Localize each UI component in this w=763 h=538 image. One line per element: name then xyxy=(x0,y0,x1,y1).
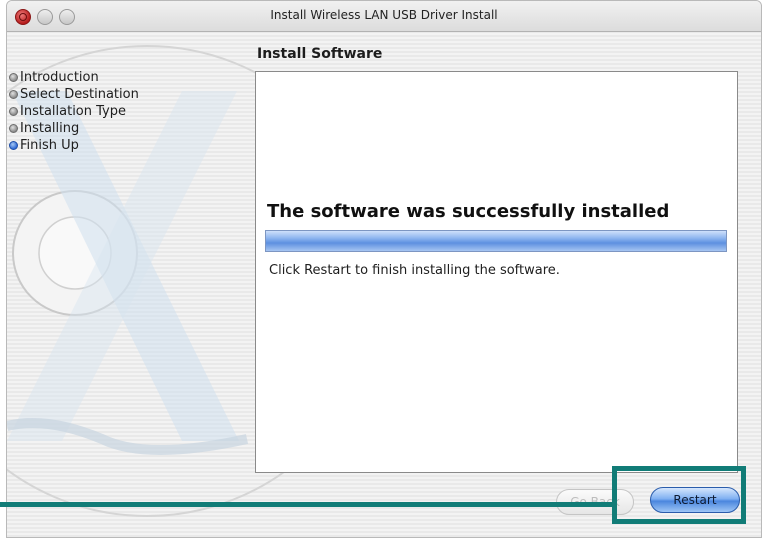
install-progress-bar xyxy=(265,230,727,252)
step-item-installing: Installing xyxy=(9,120,139,137)
step-label: Select Destination xyxy=(20,87,139,102)
step-bullet-icon xyxy=(9,124,18,133)
step-label: Installation Type xyxy=(20,104,126,119)
success-headline: The software was successfully installed xyxy=(267,201,670,222)
step-item-introduction: Introduction xyxy=(9,69,139,86)
section-title: Install Software xyxy=(257,46,383,62)
restart-instruction: Click Restart to finish installing the s… xyxy=(269,263,560,278)
step-label: Introduction xyxy=(20,70,99,85)
callout-line xyxy=(0,502,612,507)
step-bullet-icon xyxy=(9,73,18,82)
step-item-installation-type: Installation Type xyxy=(9,103,139,120)
step-bullet-icon xyxy=(9,90,18,99)
installer-window: Install Wireless LAN USB Driver Install … xyxy=(6,0,762,538)
step-item-finish-up: Finish Up xyxy=(9,137,139,154)
step-bullet-icon xyxy=(9,141,18,150)
step-item-select-destination: Select Destination xyxy=(9,86,139,103)
progress-fill xyxy=(266,231,726,251)
content-pane: The software was successfully installed … xyxy=(255,71,738,473)
step-bullet-icon xyxy=(9,107,18,116)
installer-steps: Introduction Select Destination Installa… xyxy=(9,69,139,154)
title-bar[interactable]: Install Wireless LAN USB Driver Install xyxy=(7,1,761,32)
step-label: Finish Up xyxy=(20,138,79,153)
window-title: Install Wireless LAN USB Driver Install xyxy=(270,8,498,22)
restart-highlight-box xyxy=(612,466,746,524)
step-label: Installing xyxy=(20,121,80,136)
